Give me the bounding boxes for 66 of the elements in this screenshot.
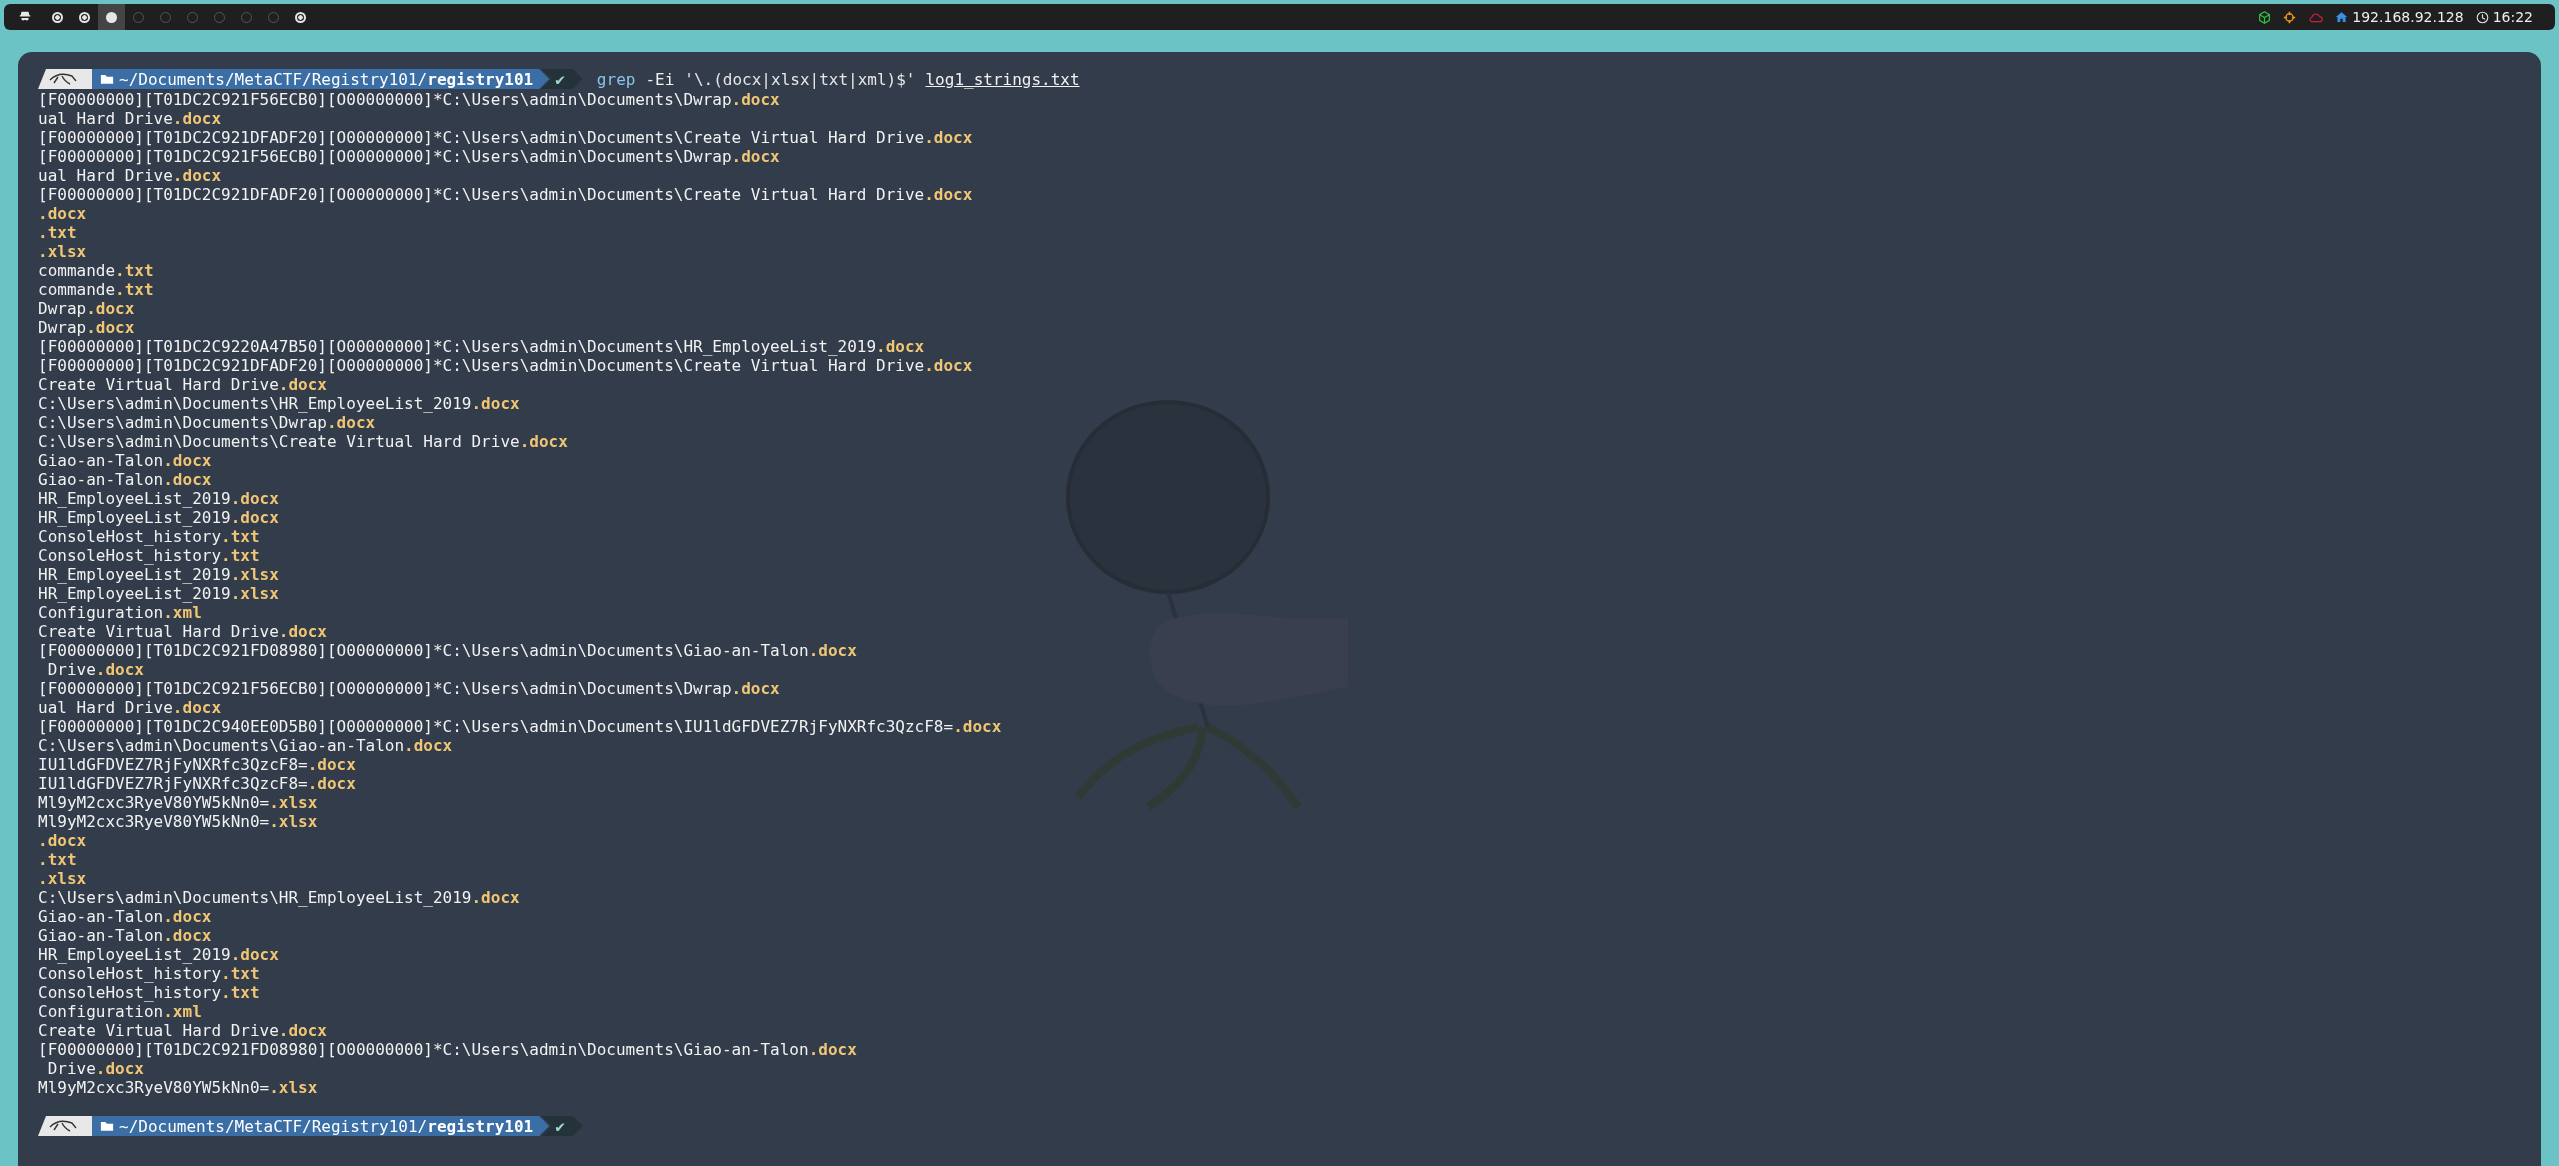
output-line: commande.txt (38, 280, 154, 299)
output-line: commande.txt (38, 261, 154, 280)
output-line: Giao-an-Talon.docx (38, 451, 212, 470)
output-line: C:\Users\admin\Documents\Create Virtual Hard Drive.docx (38, 432, 568, 451)
output-line: ConsoleHost_history.txt (38, 527, 260, 546)
output-line: [F00000000][T01DC2C921F56ECB0][O00000000]*C:\Users\admin\Documents\Dwrap.docx (38, 90, 780, 109)
output-line: ConsoleHost_history.txt (38, 983, 260, 1002)
output-line: [F00000000][T01DC2C940EE0D5B0][O00000000]*C:\Users\admin\Documents\IU1ldGFDVEZ7RjFyNXRfc3QzcF8=.docx (38, 717, 1002, 736)
output-line: Giao-an-Talon.docx (38, 926, 212, 945)
output-line: HR_EmployeeList_2019.docx (38, 945, 279, 964)
output-line: IU1ldGFDVEZ7RjFyNXRfc3QzcF8=.docx (38, 774, 356, 793)
output-line: [F00000000][T01DC2C921DFADF20][O00000000]*C:\Users\admin\Documents\Create Virtual Hard Drive.docx (38, 185, 973, 204)
output-line: HR_EmployeeList_2019.xlsx (38, 565, 279, 584)
workspace-indicator[interactable] (98, 4, 125, 30)
output-line: [F00000000][T01DC2C921F56ECB0][O00000000]*C:\Users\admin\Documents\Dwrap.docx (38, 679, 780, 698)
output-line: [F00000000][T01DC2C921F56ECB0][O00000000]*C:\Users\admin\Documents\Dwrap.docx (38, 147, 780, 166)
output-line: Configuration.xml (38, 1002, 202, 1021)
crosshair-icon (2283, 10, 2297, 24)
output-line: C:\Users\admin\Documents\Giao-an-Talon.docx (38, 736, 453, 755)
output-line: IU1ldGFDVEZ7RjFyNXRfc3QzcF8=.docx (38, 755, 356, 774)
output-line: Create Virtual Hard Drive.docx (38, 1021, 327, 1040)
output-line: Drive.docx (46, 1059, 144, 1078)
output-line: Giao-an-Talon.docx (38, 907, 212, 926)
output-line: C:\Users\admin\Documents\HR_EmployeeList_2019.docx (38, 394, 520, 413)
output-line: Dwrap.docx (38, 318, 135, 337)
output-line: ConsoleHost_history.txt (38, 964, 260, 983)
output-line: ual Hard Drive.docx (38, 109, 222, 128)
output-line: ual Hard Drive.docx (38, 698, 222, 717)
output-line: Create Virtual Hard Drive.docx (38, 375, 327, 394)
folder-icon (100, 73, 114, 85)
clock-icon (2475, 10, 2489, 24)
output-line: Configuration.xml (38, 603, 202, 622)
current-directory: ~/Documents/MetaCTF/Registry101/registry101 (119, 1116, 534, 1136)
cube-icon (2258, 10, 2272, 24)
output-line: ConsoleHost_history.txt (38, 546, 260, 565)
output-line: [F00000000][T01DC2C921DFADF20][O00000000]*C:\Users\admin\Documents\Create Virtual Hard Drive.docx (38, 128, 973, 147)
output-line: C:\Users\admin\Documents\HR_EmployeeList_2019.docx (38, 888, 520, 907)
output-line: .xlsx (38, 869, 87, 888)
output-line: Ml9yM2cxc3RyeV80YW5kNn0=.xlsx (38, 793, 318, 812)
output-line: Dwrap.docx (38, 299, 135, 318)
output-line: [F00000000][T01DC2C921FD08980][O00000000]*C:\Users\admin\Documents\Giao-an-Talon.docx (38, 641, 857, 660)
cloud-icon (2308, 11, 2324, 23)
output-line: HR_EmployeeList_2019.xlsx (38, 584, 279, 603)
output-line: Create Virtual Hard Drive.docx (38, 622, 327, 641)
ip-address: 192.168.92.128 (2352, 9, 2464, 25)
output-line: .xlsx (38, 242, 87, 261)
current-directory: ~/Documents/MetaCTF/Registry101/registry101 (119, 69, 534, 89)
output-line: ual Hard Drive.docx (38, 166, 222, 185)
output-line: .txt (38, 850, 77, 869)
output-line: .docx (38, 204, 87, 223)
output-line: C:\Users\admin\Documents\Dwrap.docx (38, 413, 376, 432)
output-line: Drive.docx (46, 660, 144, 679)
output-line: .docx (38, 831, 87, 850)
home-icon (2335, 11, 2349, 23)
output-line: [F00000000][T01DC2C921FD08980][O00000000]*C:\Users\admin\Documents\Giao-an-Talon.docx (38, 1040, 857, 1059)
output-line: HR_EmployeeList_2019.docx (38, 508, 279, 527)
output-line: [F00000000][T01DC2C921DFADF20][O00000000]*C:\Users\admin\Documents\Create Virtual Hard Drive.docx (38, 356, 973, 375)
folder-icon (100, 1120, 114, 1132)
output-line: HR_EmployeeList_2019.docx (38, 489, 279, 508)
command-line: grep -Ei '\.(docx|xlsx|txt|xml)$' log1_strings.txt (596, 69, 1080, 89)
clock-time: 16:22 (2492, 9, 2533, 25)
output-line: Ml9yM2cxc3RyeV80YW5kNn0=.xlsx (38, 812, 318, 831)
output-line: .txt (38, 223, 77, 242)
output-line: [F00000000][T01DC2C9220A47B50][O00000000]*C:\Users\admin\Documents\HR_EmployeeList_2019.docx (38, 337, 925, 356)
output-line: Giao-an-Talon.docx (38, 470, 212, 489)
output-line: Ml9yM2cxc3RyeV80YW5kNn0=.xlsx (38, 1078, 318, 1097)
